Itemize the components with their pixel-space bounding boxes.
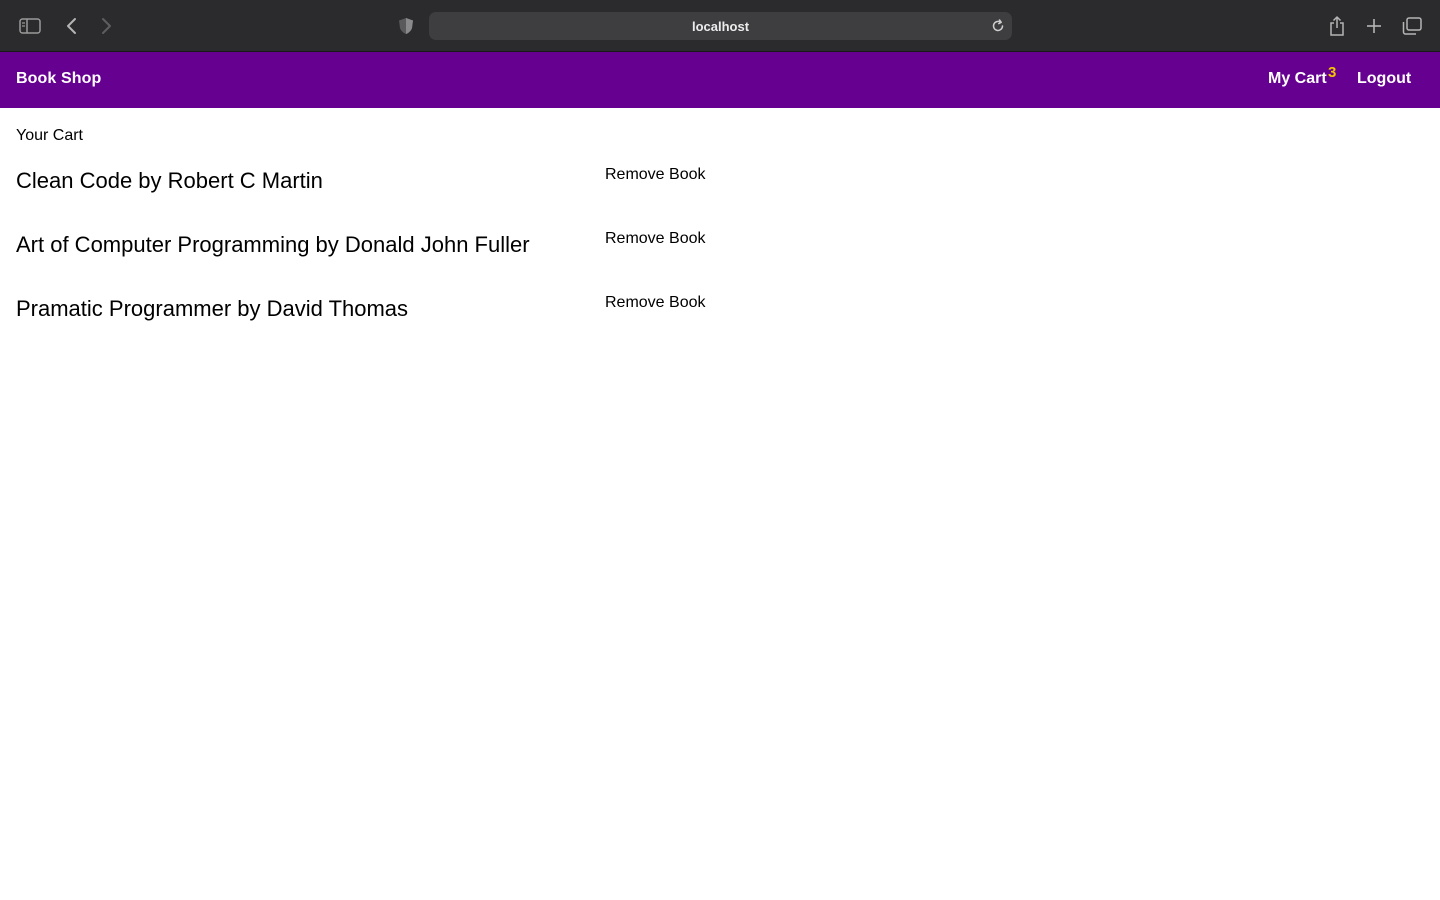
book-title: Art of Computer Programming by Donald Jo… <box>16 232 530 257</box>
browser-toolbar: localhost <box>0 0 1440 52</box>
tabs-overview-icon[interactable] <box>1400 14 1424 38</box>
logout-link[interactable]: Logout <box>1357 70 1411 88</box>
brand-link[interactable]: Book Shop <box>16 70 101 88</box>
cart-item: Clean Code by Robert C Martin Remove Boo… <box>16 166 776 208</box>
chevron-right-icon[interactable] <box>96 14 116 38</box>
my-cart-link[interactable]: My Cart <box>1268 70 1327 88</box>
address-bar[interactable]: localhost <box>429 12 1012 40</box>
reload-icon[interactable] <box>988 16 1008 36</box>
chevron-left-icon[interactable] <box>62 14 82 38</box>
share-icon[interactable] <box>1326 13 1348 39</box>
book-title: Pramatic Programmer by David Thomas <box>16 296 409 321</box>
shield-icon[interactable] <box>396 15 416 37</box>
cart-item: Art of Computer Programming by Donald Jo… <box>16 230 776 272</box>
remove-book-button[interactable]: Remove Book <box>605 230 706 248</box>
cart-heading: Your Cart <box>16 127 83 144</box>
cart-item: Pramatic Programmer by David Thomas Remo… <box>16 294 776 336</box>
remove-book-button[interactable]: Remove Book <box>605 166 706 184</box>
remove-book-button[interactable]: Remove Book <box>605 294 706 312</box>
app-navbar: Book Shop My Cart 3 Logout <box>0 52 1440 108</box>
cart-count-badge: 3 <box>1328 64 1337 81</box>
url-text: localhost <box>691 18 750 34</box>
plus-icon[interactable] <box>1363 14 1385 38</box>
book-title: Clean Code by Robert C Martin <box>16 168 323 193</box>
sidebar-icon[interactable] <box>18 14 42 38</box>
